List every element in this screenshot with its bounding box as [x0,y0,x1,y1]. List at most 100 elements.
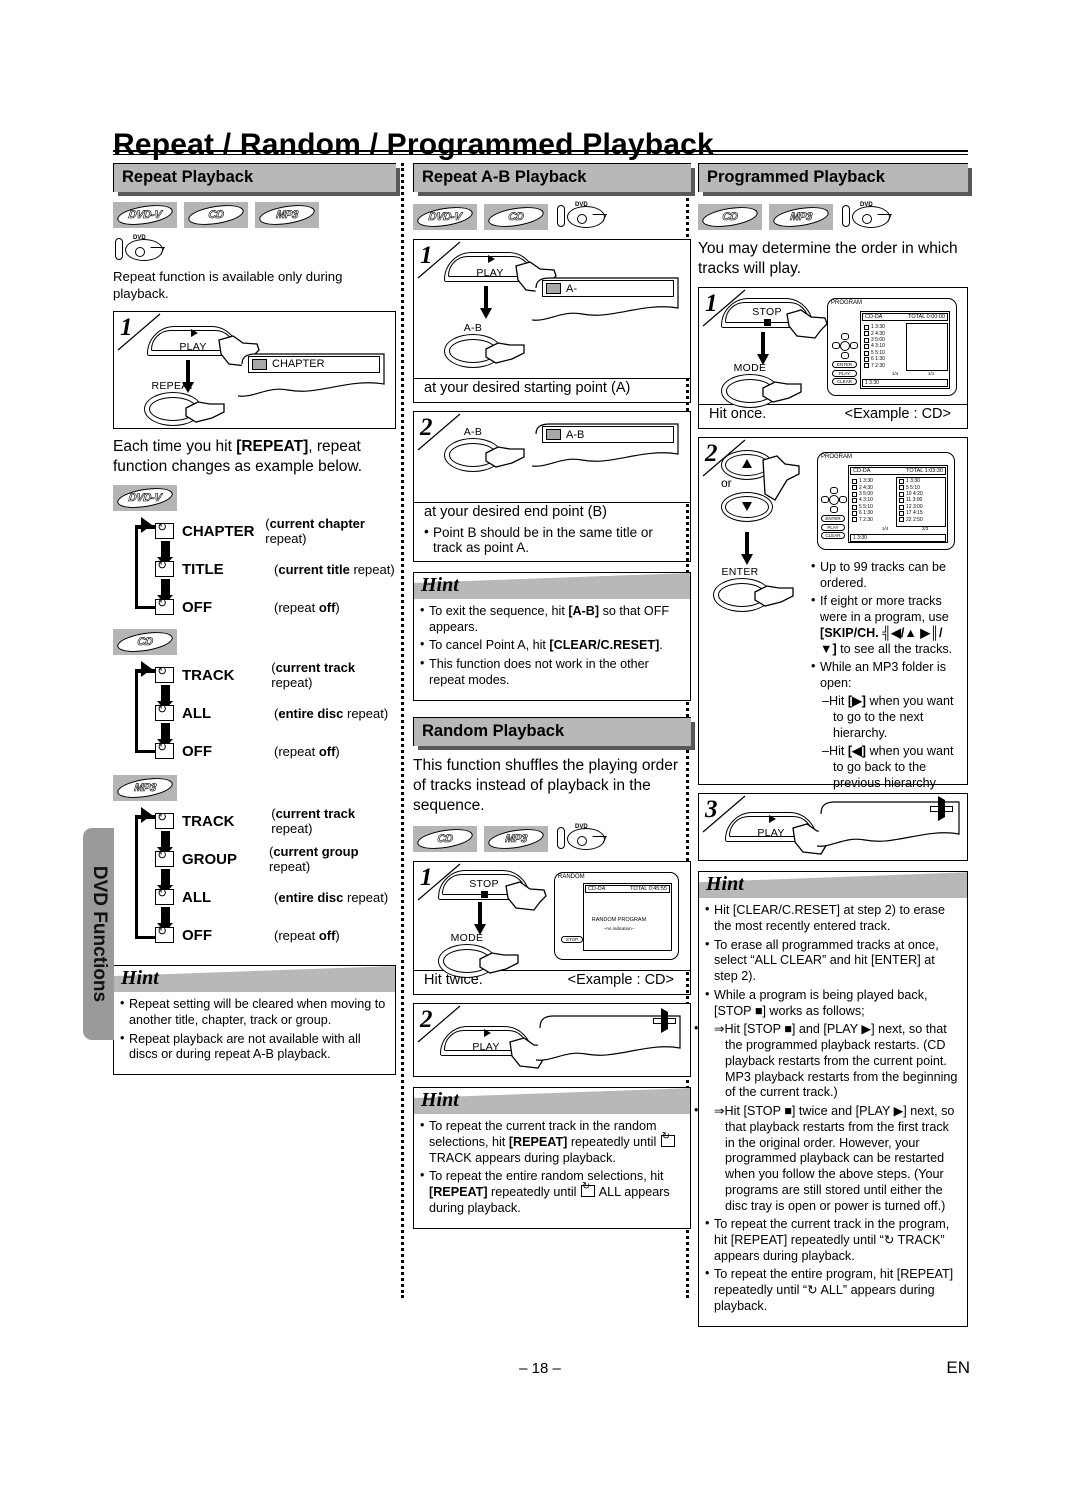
note-item: • While an MP3 folder is open: [811,659,946,691]
step-number: 3 [705,796,718,824]
flow-desc: (current title repeat) [274,561,395,577]
badge-mp3-icon: MP3 [255,201,319,229]
flow-diagram-mp3: TRACK (current track repeat) GROUP (curr… [113,803,396,955]
stop-square-icon [481,891,488,899]
badge-dvdv-icon: DVD-V [113,484,177,512]
flow-item: ALL (entire disc repeat) [113,695,396,731]
osd-track-row: 7 2:30 [864,363,885,369]
flow-desc: (repeat off) [274,743,340,759]
repeat-mode-icon [155,848,174,868]
down-arrow-icon [742,502,752,512]
hint-item: To repeat the entire random selections, … [420,1168,683,1216]
osd-total-time: TOTAL 1:03:30 [906,468,943,475]
flow-item: OFF (repeat off) [113,917,396,953]
down-arrow-icon [474,902,486,936]
badge-cd-icon: CD [413,825,477,853]
osd-disc-type: CD-DA [853,468,871,475]
osd-clear-pill: CLEAR [832,378,857,386]
badge-mp3-icon: MP3 [484,825,548,853]
pointing-hand-icon [762,455,800,502]
sub-note-item: –Hit [▶] when you want to go to the next… [822,694,954,741]
osd-current-track: 1 3:30 [862,379,948,388]
pointing-hand-icon [754,585,794,607]
repeat-indicator-icon [252,358,267,370]
side-tab-dvd-functions: DVD Functions [83,828,114,1040]
flow-item: ALL (entire disc repeat) [113,879,396,915]
repeat-mode-icon [155,664,174,684]
tv-screen-program-2: PROGRAM CD-DA TOTAL 1:03:30 1 3:30 2 4:3… [817,452,955,551]
osd-status-a: A- [542,280,674,297]
note-item: • If eight or more tracks were in a progr… [811,593,953,657]
badge-cd-icon: CD [184,201,248,229]
flow-desc: (current track repeat) [271,806,356,837]
osd-random-program-label: RANDOM PROGRAM [591,917,647,924]
program-step-3: 3 PLAY [698,793,968,862]
hint-box-ab: Hint To exit the sequence, hit [A-B] so … [413,572,691,701]
osd-play-pill: PLAY [821,524,845,532]
dpad-icon [832,333,858,360]
repeat-mode-icon [155,810,174,830]
page-title: Repeat / Random / Programmed Playback [113,128,714,162]
random-step-2: 2 PLAY [413,1003,691,1078]
column-programmed-playback: Programmed Playback CD MP3 DVD You may d… [698,163,972,1335]
repeat-indicator-icon [580,1181,595,1198]
disc-badges-ab: DVD-V CD DVD [413,202,691,232]
hint-item: Repeat setting will be cleared when movi… [120,996,388,1028]
osd-page-right: 1/1 [928,371,935,377]
dpad-icon [821,487,847,514]
osd-enter-pill: ENTER [821,515,845,523]
dvd-tray-icon: DVD [555,202,607,232]
ab-step-2-caption-box: at your desired end point (B) • Point B s… [413,502,691,562]
ab-step-2-caption: at your desired end point (B) [424,504,607,520]
pointing-hand-icon [485,446,525,468]
hint-item: Repeat playback are not available with a… [120,1031,388,1063]
play-triangle-icon [488,255,495,263]
step-number: 1 [120,313,133,341]
dvd-tray-icon: DVD [840,202,892,232]
osd-program-panel [906,323,948,372]
hint-item: To erase all programmed tracks at once, … [705,937,960,985]
hint-item: While a program is being played back, [S… [705,987,960,1019]
random-example-label: <Example : CD> [567,972,674,989]
pointing-hand-icon [786,309,828,339]
hint-body: Repeat setting will be cleared when movi… [114,992,395,1074]
osd-no-indication-label: --no indication-- [603,926,635,932]
hint-header: Hint [699,872,967,899]
osd-track-list-right: 1 3:30 5 5:10 10 4:20 11 3:00 12 3:00 17… [899,478,923,523]
flow-badge-cd: CD [113,628,396,656]
play-triangle-icon [191,328,198,337]
program-step-1: 1 STOP MODE PROGRAM CD-DA TOTAL 0:00:00 … [698,287,968,409]
hint-body: Hit [CLEAR/C.RESET] at step 2) to erase … [699,898,967,1325]
badge-dvdv-icon: DVD-V [413,203,477,231]
repeat-after-step-text: Each time you hit [REPEAT], repeat funct… [113,437,363,475]
mode-button-label: MODE [733,362,767,375]
program-intro-text: You may determine the order in which tra… [698,240,958,278]
osd-current-track: 1 3:30 [850,534,946,543]
disc-badges-repeat: DVD-V CD MP3 [113,201,396,229]
pointing-hand-icon [479,952,519,974]
ab-button-label: A-B [463,322,483,334]
section-heading-repeat-playback: Repeat Playback [113,163,400,196]
disc-badges-program: CD MP3 DVD [698,202,968,232]
ab-step-2: 2 A-B A-B [413,411,691,503]
stop-square-icon [764,319,771,327]
repeat-indicator-icon [546,429,561,440]
dvd-tray-icon: DVD [555,824,607,854]
section-heading-programmed: Programmed Playback [698,163,972,196]
section-heading-random: Random Playback [413,716,695,750]
osd-header: CD-DA TOTAL 0:00:00 [862,313,948,322]
osd-disc-type: CD-DA [588,886,606,893]
column-repeat-ab: Repeat A-B Playback DVD-V CD DVD 1 PLAY [413,163,695,1237]
repeat-button-label: REPEAT [151,379,195,392]
manual-page: Repeat / Random / Programmed Playback Re… [0,0,1080,1487]
osd-total-time: TOTAL 0:00:00 [908,314,945,321]
flow-item: CHAPTER (current chapter repeat) [113,513,396,549]
hint-item: To repeat the current track in the progr… [705,1216,960,1264]
random-step-1: 1 STOP MODE RANDOM CD-DA TOTAL 0:45:55 R… [413,861,691,979]
repeat-mode-icon [155,558,174,578]
repeat-mode-icon [155,520,174,540]
repeat-mode-icon [155,740,174,760]
osd-track-list-left: 1 3:30 2 4:30 3 5:00 4 3:10 5 5:10 6 1:3… [852,478,873,523]
play-triangle-icon [769,815,776,824]
osd-stop-pill: STOP [561,936,583,944]
